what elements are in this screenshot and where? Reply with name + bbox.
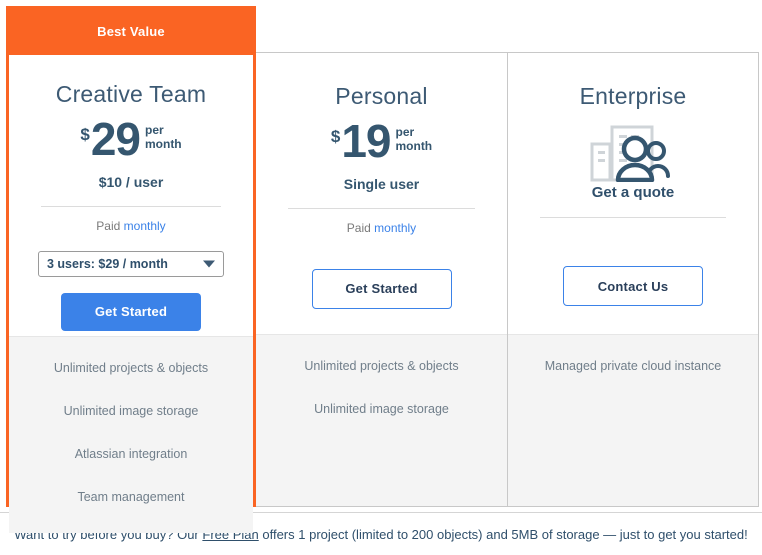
- user-count-select-value: 3 users: $29 / month: [47, 256, 168, 271]
- plan-price: $ 29 per month: [31, 113, 231, 165]
- feature-item: Team management: [77, 490, 185, 504]
- plan-sub-price: $10 / user: [98, 173, 164, 190]
- plan-features: Unlimited projects & objects Unlimited i…: [9, 336, 253, 533]
- plan-top-section: Enterprise Get a quote Contact Us: [508, 53, 758, 334]
- price-period: per month: [395, 125, 433, 154]
- best-value-badge: Best Value: [9, 9, 253, 55]
- plan-divider: [288, 207, 475, 209]
- feature-item: Managed private cloud instance: [544, 359, 722, 373]
- plan-sub-price: Single user: [343, 175, 420, 192]
- plan-top-section: Personal $ 19 per month Single user Paid…: [256, 53, 507, 334]
- cta-slot: Contact Us: [530, 266, 736, 306]
- get-a-quote-label: Get a quote: [591, 184, 675, 201]
- billing-period-line: Paid monthly: [31, 219, 231, 233]
- currency-symbol: $: [80, 125, 90, 144]
- feature-item: Unlimited image storage: [63, 404, 199, 418]
- plan-features: Unlimited projects & objects Unlimited i…: [256, 334, 507, 506]
- chevron-down-icon: [203, 260, 215, 268]
- billing-period-link[interactable]: monthly: [374, 221, 416, 235]
- plan-title: Creative Team: [55, 81, 207, 107]
- billing-period-link[interactable]: monthly: [124, 219, 166, 233]
- price-period: per month: [144, 123, 182, 152]
- plan-card-creative-team: Best Value Creative Team $ 29 per month …: [6, 6, 256, 533]
- price-amount: 29: [90, 113, 141, 165]
- billing-prefix: Paid: [346, 220, 375, 235]
- building-people-icon: [530, 124, 736, 182]
- plan-top-section: Creative Team $ 29 per month $10 / user …: [9, 55, 253, 336]
- plan-divider: [41, 205, 221, 207]
- billing-period-line: Paid monthly: [278, 221, 485, 235]
- price-period-line1: per: [395, 125, 415, 139]
- plan-price: $ 19 per month: [278, 115, 485, 167]
- user-count-select[interactable]: 3 users: $29 / month: [38, 250, 224, 277]
- plan-card-enterprise: Enterprise Get a quote Contact Us Manage…: [507, 52, 759, 507]
- price-period-line2: month: [144, 136, 182, 151]
- footer-text-part2: offers 1 project (limited to 200 objects…: [258, 526, 748, 542]
- price-period-line2: month: [395, 138, 433, 153]
- get-started-button[interactable]: Get Started: [311, 268, 452, 309]
- feature-item: Unlimited projects & objects: [53, 361, 209, 375]
- feature-item: Unlimited image storage: [314, 402, 449, 416]
- feature-item: Unlimited projects & objects: [304, 359, 459, 373]
- cta-slot: Get Started: [278, 268, 485, 309]
- get-started-button[interactable]: Get Started: [61, 292, 201, 331]
- plan-divider: [540, 217, 726, 218]
- feature-item: Atlassian integration: [74, 447, 188, 461]
- plan-card-personal: Personal $ 19 per month Single user Paid…: [255, 52, 507, 507]
- price-period-line1: per: [144, 123, 164, 137]
- billing-prefix: Paid: [96, 218, 124, 233]
- plan-title: Personal: [335, 83, 428, 109]
- plan-title: Enterprise: [579, 83, 687, 109]
- contact-us-button[interactable]: Contact Us: [563, 266, 703, 306]
- plan-features: Managed private cloud instance: [508, 334, 758, 506]
- price-amount: 19: [341, 115, 391, 167]
- pricing-table: Best Value Creative Team $ 29 per month …: [0, 0, 762, 533]
- currency-symbol: $: [330, 127, 341, 146]
